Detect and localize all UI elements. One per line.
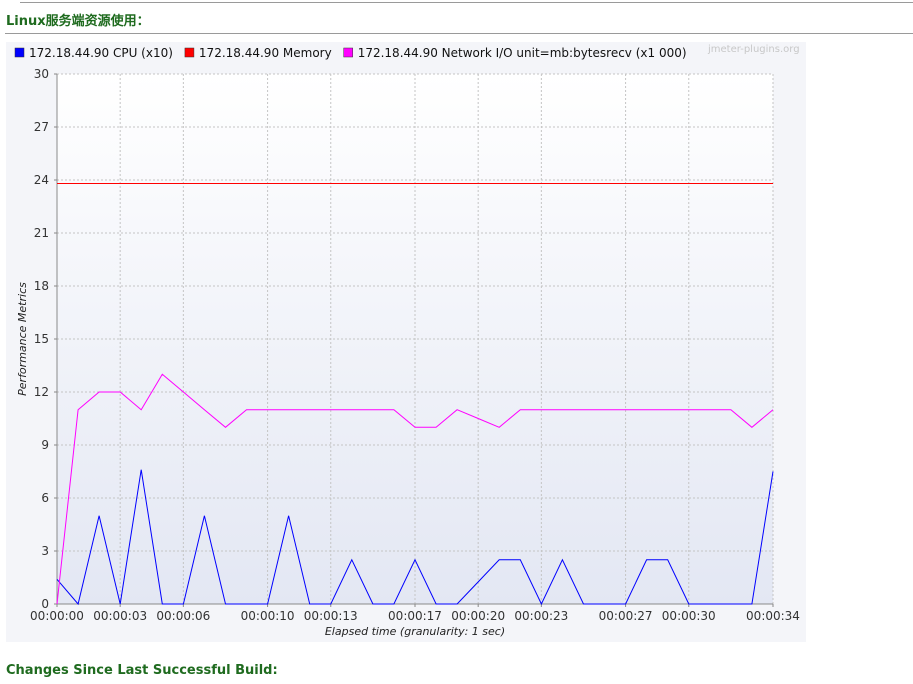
- x-tick-label: 00:00:13: [304, 609, 358, 623]
- y-tick-label: 6: [41, 491, 49, 505]
- y-tick-label: 21: [34, 226, 49, 240]
- y-tick-label: 24: [34, 173, 49, 187]
- x-tick-label: 00:00:03: [93, 609, 147, 623]
- legend-swatch: [184, 47, 195, 58]
- legend-label: 172.18.44.90 CPU (x10): [29, 46, 173, 60]
- watermark-text: jmeter-plugins.org: [707, 44, 800, 55]
- changes-heading: Changes Since Last Successful Build:: [6, 663, 278, 678]
- y-tick-label: 9: [41, 438, 49, 452]
- performance-chart: 172.18.44.90 CPU (x10) 172.18.44.90 Memor…: [6, 42, 806, 642]
- legend-swatch: [343, 47, 353, 58]
- x-tick-label: 00:00:34: [746, 609, 800, 623]
- legend-label: 172.18.44.90 Network I/O unit=mb:bytesre…: [358, 46, 687, 60]
- x-tick-label: 00:00:27: [599, 609, 653, 623]
- x-tick-label: 00:00:23: [514, 609, 568, 623]
- y-tick-label: 15: [34, 332, 49, 346]
- y-tick-label: 12: [34, 385, 49, 399]
- x-tick-label: 00:00:10: [241, 609, 295, 623]
- x-tick-label: 00:00:30: [662, 609, 716, 623]
- legend-swatch: [14, 47, 25, 58]
- x-tick-label: 00:00:00: [30, 609, 84, 623]
- x-axis-title: Elapsed time (granularity: 1 sec): [325, 625, 505, 638]
- legend-label: 172.18.44.90 Memory: [199, 46, 332, 60]
- y-tick-label: 18: [34, 279, 49, 293]
- y-tick-label: 27: [34, 120, 49, 134]
- y-tick-label: 30: [34, 67, 49, 81]
- x-tick-label: 00:00:20: [451, 609, 505, 623]
- x-tick-label: 00:00:06: [156, 609, 210, 623]
- x-tick-label: 00:00:17: [388, 609, 442, 623]
- y-axis-title: Performance Metrics: [16, 282, 29, 396]
- y-tick-label: 3: [41, 544, 49, 558]
